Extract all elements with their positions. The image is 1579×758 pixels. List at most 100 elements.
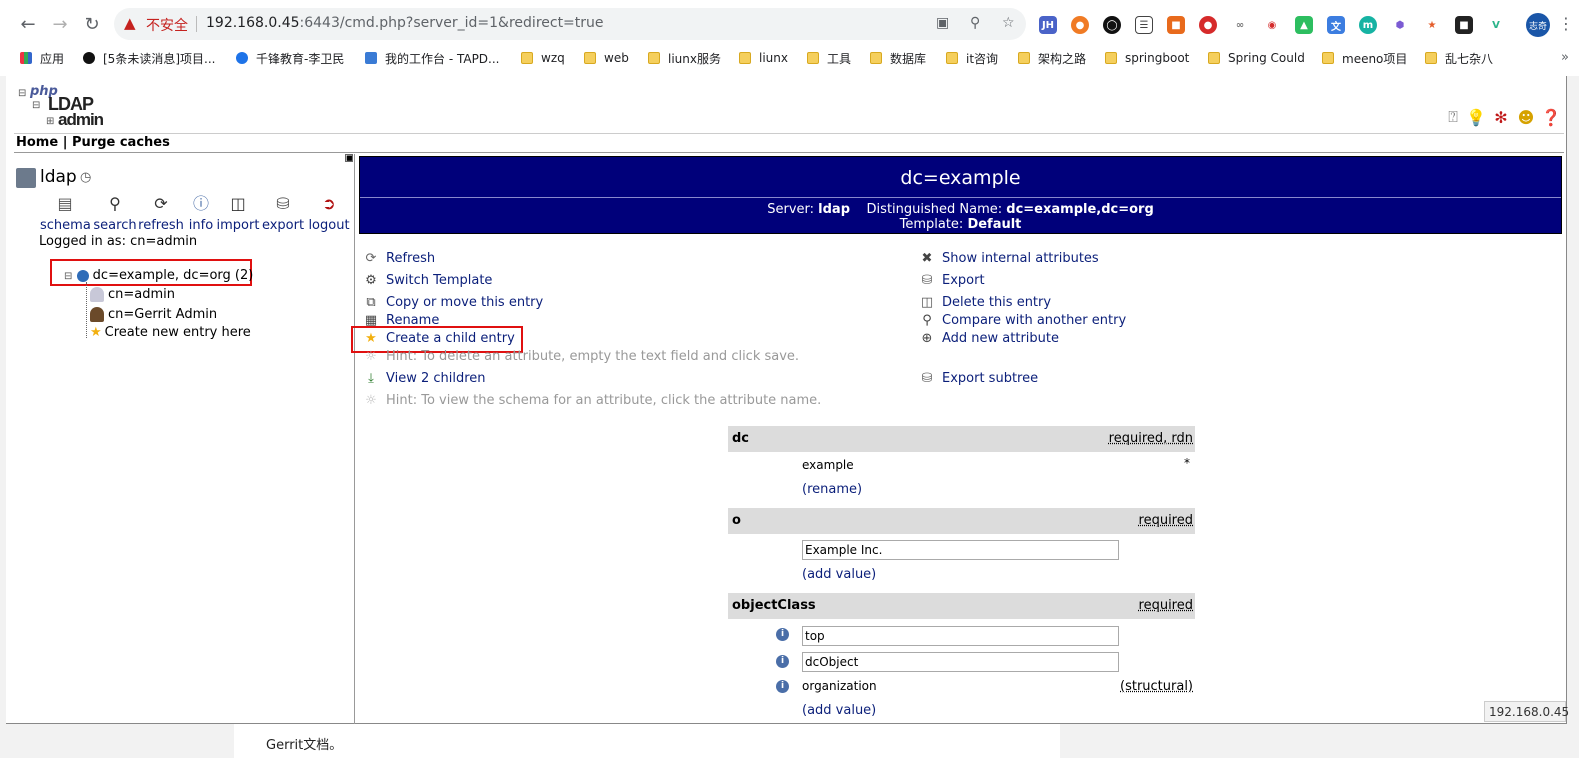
tree-root-entry[interactable]: ⊟ dc=example, dc=org (2) [64, 268, 253, 283]
attribute-name[interactable]: o [732, 513, 741, 528]
bookmark-folder[interactable]: web [584, 49, 629, 67]
logo-admin-text: admin [58, 110, 104, 129]
logout-button[interactable]: ➲ logout [304, 194, 354, 233]
tree-entry-label: cn=Gerrit Admin [108, 307, 218, 322]
attribute-flags: required [1138, 598, 1193, 613]
reload-icon[interactable]: ↻ [78, 10, 106, 38]
bookmark-star-icon[interactable]: ☆ [1002, 15, 1015, 31]
attribute-input[interactable]: top [802, 626, 1119, 646]
add-value-link[interactable]: (add value) [802, 567, 876, 582]
bookmark-folder[interactable]: wzq [521, 49, 565, 67]
clock-icon[interactable]: ◷ [80, 170, 91, 185]
action-label: Compare with another entry [942, 312, 1127, 328]
refresh-action[interactable]: ⟳ Refresh [363, 250, 436, 266]
export-action[interactable]: ⛁ Export [919, 272, 985, 288]
address-bar[interactable]: ▲ 不安全 192.168.0.45:6443/cmd.php?server_i… [114, 8, 1026, 40]
not-secure-label[interactable]: 不安全 [146, 15, 188, 35]
tree-entry-admin[interactable]: cn=admin [90, 287, 175, 302]
info-icon[interactable]: i [776, 655, 789, 668]
warning-icon[interactable]: ▲ [124, 14, 136, 32]
attribute-name[interactable]: dc [732, 431, 749, 446]
extension-m-icon[interactable]: m [1359, 16, 1377, 34]
rename-link[interactable]: (rename) [802, 482, 862, 497]
bookmark-item[interactable]: [5条未读消息]项目... [83, 49, 215, 67]
bookmark-folder[interactable]: liunx服务 [648, 49, 721, 67]
export-button[interactable]: ⛁ export [258, 194, 308, 233]
bookmark-folder[interactable]: 架构之路 [1018, 49, 1086, 67]
bookmark-label: Spring Could [1228, 51, 1305, 65]
lightbulb-icon[interactable]: 💡 [1465, 106, 1487, 128]
schema-icon: ▤ [57, 194, 73, 213]
bookmark-folder[interactable]: 数据库 [870, 49, 926, 67]
bookmark-folder[interactable]: liunx [739, 49, 788, 67]
bookmark-item[interactable]: 我的工作台 - TAPD... [365, 49, 500, 67]
extension-binocular-icon[interactable]: ∞ [1231, 16, 1249, 34]
copy-move-action[interactable]: ⧉ Copy or move this entry [363, 294, 543, 310]
bookmark-label: wzq [541, 51, 565, 65]
folder-icon [584, 52, 596, 64]
bookmark-folder[interactable]: Spring Could [1208, 49, 1305, 67]
bookmark-apps[interactable]: 应用 [20, 49, 64, 67]
extension-black-icon[interactable]: ■ [1455, 16, 1473, 34]
home-link[interactable]: Home [16, 135, 58, 150]
view-children-action[interactable]: ⤓ View 2 children [363, 370, 485, 386]
bookmark-label: liunx服务 [668, 51, 721, 66]
browser-menu-icon[interactable]: ⋮ [1558, 14, 1574, 33]
show-internal-attributes-action[interactable]: ✖ Show internal attributes [919, 250, 1099, 266]
question-icon[interactable]: ❓ [1540, 106, 1562, 128]
bookmark-folder[interactable]: springboot [1105, 49, 1189, 67]
bug-icon[interactable]: ✻ [1490, 106, 1512, 128]
tree-entry-gerrit[interactable]: cn=Gerrit Admin [90, 307, 217, 322]
extension-weibo-icon[interactable]: ◉ [1263, 16, 1281, 34]
info-icon[interactable]: i [776, 680, 789, 693]
translate-icon[interactable]: ▣ [936, 15, 949, 31]
attribute-name[interactable]: objectClass [732, 598, 816, 613]
extension-network-icon[interactable]: ★ [1423, 16, 1441, 34]
import-button[interactable]: ◫ import [213, 194, 263, 233]
forward-arrow-icon[interactable]: → [46, 10, 74, 38]
extension-dark-icon[interactable]: ◯ [1103, 16, 1121, 34]
bookmark-folder[interactable]: meeno项目 [1322, 49, 1407, 67]
extension-translate-icon[interactable]: 文 [1327, 16, 1345, 34]
trash-icon: ◫ [920, 294, 934, 310]
panel-divider[interactable] [354, 154, 355, 724]
back-arrow-icon[interactable]: ← [14, 10, 42, 38]
bookmark-folder[interactable]: 工具 [807, 49, 851, 67]
delete-entry-action[interactable]: ◫ Delete this entry [919, 294, 1051, 310]
zoom-icon[interactable]: ⚲ [970, 15, 980, 31]
extension-cube-icon[interactable]: ⬢ [1391, 16, 1409, 34]
phpldapadmin-logo[interactable]: ⊟ php ⊟ LDAP ⊞ admin [18, 84, 128, 129]
extension-doc-icon[interactable]: ☰ [1135, 16, 1153, 34]
switch-template-action[interactable]: ⚙ Switch Template [363, 272, 492, 288]
attribute-input[interactable]: Example Inc. [802, 540, 1119, 560]
bookmarks-overflow-icon[interactable]: » [1561, 50, 1569, 65]
extension-office-icon[interactable]: ■ [1167, 16, 1185, 34]
help-icon[interactable]: ⍰ [1442, 106, 1464, 128]
add-attribute-action[interactable]: ⊕ Add new attribute [919, 330, 1059, 346]
compare-entry-action[interactable]: ⚲ Compare with another entry [919, 312, 1126, 328]
extension-orange-icon[interactable]: ● [1071, 16, 1089, 34]
attribute-input[interactable]: dcObject [802, 652, 1119, 672]
export-subtree-action[interactable]: ⛁ Export subtree [919, 370, 1039, 386]
profile-avatar[interactable]: 志奇 [1526, 13, 1550, 37]
divider [14, 133, 1564, 134]
extension-jh-icon[interactable]: JH [1039, 16, 1057, 34]
tree-create-entry[interactable]: ★ Create new entry here [90, 325, 251, 340]
tree-collapse-icon[interactable]: ⊟ [64, 271, 72, 282]
add-value-link[interactable]: (add value) [802, 703, 876, 718]
server-name-link[interactable]: ldap [40, 167, 77, 187]
url-text[interactable]: 192.168.0.45:6443/cmd.php?server_id=1&re… [206, 15, 604, 31]
smiley-icon[interactable]: ☻ [1515, 106, 1537, 128]
folder-icon [870, 52, 882, 64]
bookmark-folder[interactable]: 乱七杂八 [1425, 49, 1493, 67]
bookmark-item[interactable]: 千锋教育-李卫民 [236, 49, 344, 67]
bookmark-folder[interactable]: it咨询 [946, 49, 998, 67]
extension-red-icon[interactable]: ● [1199, 16, 1217, 34]
purge-caches-link[interactable]: Purge caches [72, 135, 170, 150]
collapse-panel-icon[interactable]: ■ [345, 154, 353, 162]
info-icon[interactable]: i [776, 628, 789, 641]
search-button[interactable]: ⚲ search [90, 194, 140, 233]
extension-evernote-icon[interactable]: ▲ [1295, 16, 1313, 34]
schema-button[interactable]: ▤ schema [40, 194, 91, 233]
extension-vue-icon[interactable]: V [1487, 16, 1505, 34]
